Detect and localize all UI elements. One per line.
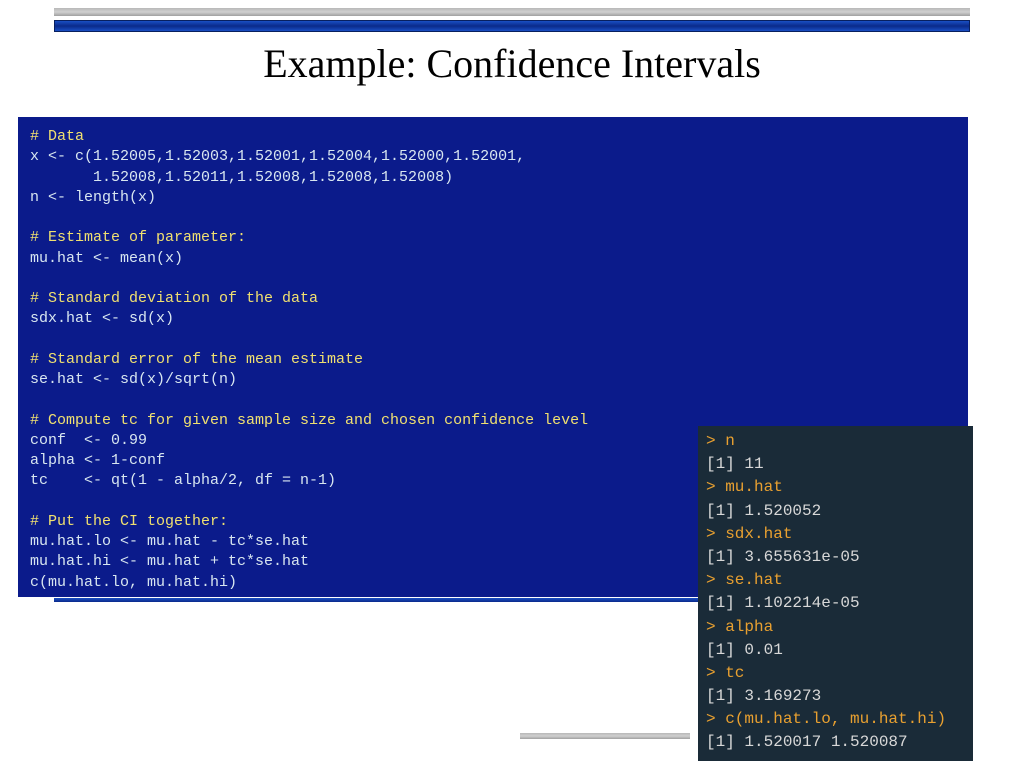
console-prompt: > tc <box>706 662 965 685</box>
console-prompt: > c(mu.hat.lo, mu.hat.hi) <box>706 708 965 731</box>
code-line: x <- c(1.52005,1.52003,1.52001,1.52004,1… <box>30 148 525 165</box>
console-prompt: > sdx.hat <box>706 523 965 546</box>
r-console-output: > n [1] 11 > mu.hat [1] 1.520052 > sdx.h… <box>698 426 973 761</box>
code-line: se.hat <- sd(x)/sqrt(n) <box>30 371 237 388</box>
console-prompt: > alpha <box>706 616 965 639</box>
code-comment: # Compute tc for given sample size and c… <box>30 412 588 429</box>
console-prompt: > n <box>706 430 965 453</box>
code-line: mu.hat.lo <- mu.hat - tc*se.hat <box>30 533 309 550</box>
code-comment: # Put the CI together: <box>30 513 228 530</box>
console-output: [1] 1.520052 <box>706 500 965 523</box>
code-line: tc <- qt(1 - alpha/2, df = n-1) <box>30 472 336 489</box>
code-line: 1.52008,1.52011,1.52008,1.52008,1.52008) <box>30 169 453 186</box>
code-line: alpha <- 1-conf <box>30 452 165 469</box>
code-line: mu.hat <- mean(x) <box>30 250 183 267</box>
console-prompt: > mu.hat <box>706 476 965 499</box>
code-comment: # Estimate of parameter: <box>30 229 246 246</box>
slide-title: Example: Confidence Intervals <box>0 40 1024 87</box>
console-output: [1] 1.102214e-05 <box>706 592 965 615</box>
top-decorative-bar-blue <box>54 20 970 32</box>
console-output: [1] 3.655631e-05 <box>706 546 965 569</box>
code-comment: # Standard error of the mean estimate <box>30 351 363 368</box>
code-line: n <- length(x) <box>30 189 156 206</box>
top-decorative-bar-gray <box>54 8 970 16</box>
console-output: [1] 11 <box>706 453 965 476</box>
code-line: c(mu.hat.lo, mu.hat.hi) <box>30 574 237 591</box>
page-footer-bar <box>520 733 690 739</box>
console-output: [1] 3.169273 <box>706 685 965 708</box>
code-comment: # Data <box>30 128 84 145</box>
code-line: sdx.hat <- sd(x) <box>30 310 174 327</box>
code-comment: # Standard deviation of the data <box>30 290 318 307</box>
code-line: conf <- 0.99 <box>30 432 147 449</box>
console-prompt: > se.hat <box>706 569 965 592</box>
code-line: mu.hat.hi <- mu.hat + tc*se.hat <box>30 553 309 570</box>
console-output: [1] 1.520017 1.520087 <box>706 731 965 754</box>
console-output: [1] 0.01 <box>706 639 965 662</box>
